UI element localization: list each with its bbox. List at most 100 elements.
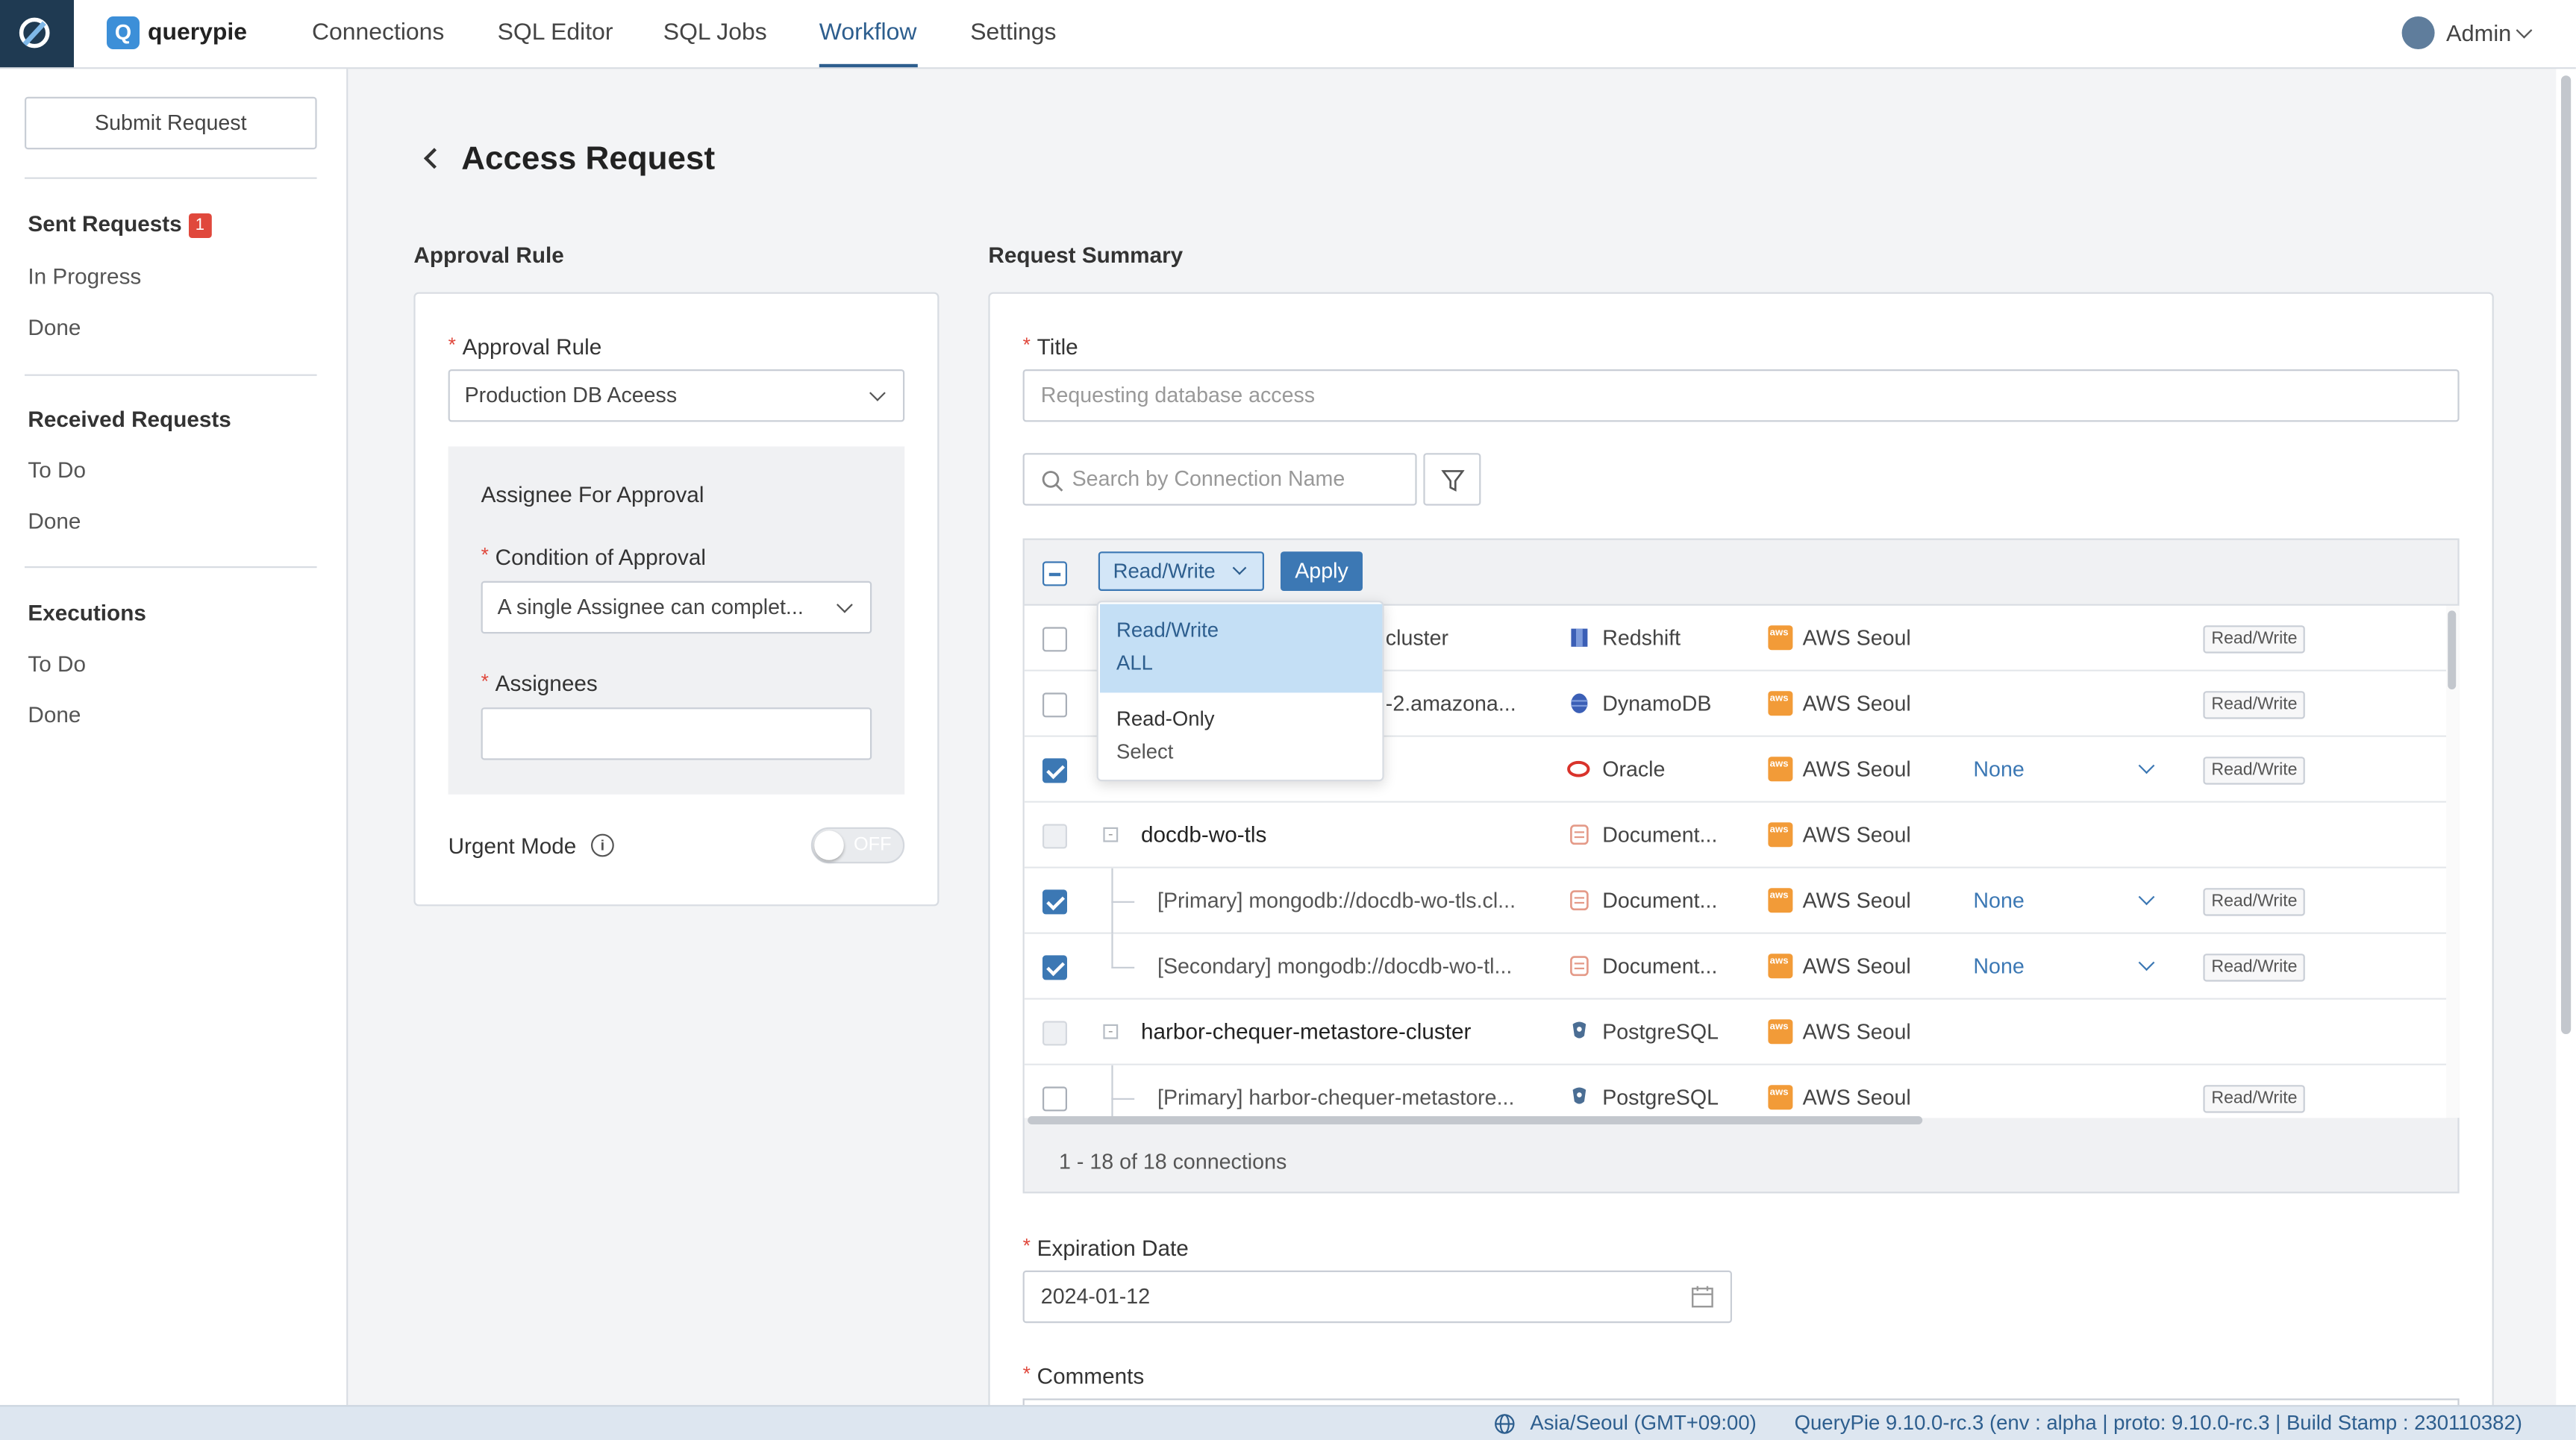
region: AWS Seoul xyxy=(1802,691,1911,716)
info-icon[interactable]: i xyxy=(591,833,614,857)
row-checkbox[interactable] xyxy=(1042,627,1067,652)
table-row[interactable]: [Primary] mongodb://docdb-wo-tls.cl... D… xyxy=(1024,868,2446,934)
vertical-scrollbar[interactable] xyxy=(2446,605,2460,1118)
sidebar-item-sent-done[interactable]: Done xyxy=(28,315,81,339)
title-placeholder: Requesting database access xyxy=(1040,382,1316,407)
row-checkbox[interactable] xyxy=(1042,1086,1067,1112)
chevron-down-icon xyxy=(869,385,886,401)
connection-name: [Primary] mongodb://docdb-wo-tls.cl... xyxy=(1157,888,1516,913)
db-type: PostgreSQL xyxy=(1602,1085,1719,1110)
table-toolbar: Read/Write Apply xyxy=(1024,540,2458,606)
chevron-down-icon xyxy=(1232,560,1247,575)
filter-button[interactable] xyxy=(1423,453,1481,506)
submit-request-button[interactable]: Submit Request xyxy=(25,96,317,150)
region: AWS Seoul xyxy=(1802,1019,1911,1045)
back-arrow-icon[interactable] xyxy=(423,148,445,169)
sidebar-item-executions-done[interactable]: Done xyxy=(28,703,81,727)
role-select[interactable]: None xyxy=(1973,757,2024,781)
assignees-label: * Assignees xyxy=(481,669,598,696)
sidebar-heading-executions[interactable]: Executions xyxy=(28,601,146,625)
main-content: Access Request Approval Rule Request Sum… xyxy=(348,69,2557,1432)
dropdown-option-read-only[interactable]: Read-Only Select xyxy=(1100,692,1382,781)
row-checkbox[interactable] xyxy=(1042,758,1067,783)
chevron-down-icon xyxy=(837,596,853,613)
dropdown-option-read-write[interactable]: Read/Write ALL xyxy=(1100,604,1383,693)
connection-name: harbor-chequer-metastore-cluster xyxy=(1141,1019,1472,1045)
privilege-tag[interactable]: Read/Write xyxy=(2203,954,2306,982)
top-navigation-bar: Q querypie Connections SQL Editor SQL Jo… xyxy=(0,0,2576,69)
nav-connections[interactable]: Connections xyxy=(312,19,444,46)
condition-label: * Condition of Approval xyxy=(481,543,707,570)
table-row[interactable]: - harbor-chequer-metastore-cluster Postg… xyxy=(1024,999,2446,1065)
row-checkbox[interactable] xyxy=(1042,889,1067,915)
connection-name: docdb-wo-tls xyxy=(1141,822,1267,848)
documentdb-icon xyxy=(1570,824,1589,845)
assignees-input[interactable] xyxy=(481,707,872,760)
privilege-tag[interactable]: Read/Write xyxy=(2203,625,2306,654)
chevron-down-icon[interactable] xyxy=(2138,954,2155,971)
bulk-privilege-select[interactable]: Read/Write xyxy=(1098,551,1264,591)
nav-sql-jobs[interactable]: SQL Jobs xyxy=(663,19,767,46)
region: AWS Seoul xyxy=(1802,954,1911,979)
table-row[interactable]: [Secondary] mongodb://docdb-wo-tl... Doc… xyxy=(1024,933,2446,1000)
scrollbar-thumb[interactable] xyxy=(2448,610,2457,689)
sidebar-item-executions-todo[interactable]: To Do xyxy=(28,651,86,676)
table-row[interactable]: - docdb-wo-tls Document... AWS Seoul xyxy=(1024,802,2446,868)
user-name[interactable]: Admin xyxy=(2446,19,2511,46)
select-all-checkbox[interactable] xyxy=(1042,561,1067,586)
role-select[interactable]: None xyxy=(1973,954,2024,978)
build-info: QueryPie 9.10.0-rc.3 (env : alpha | prot… xyxy=(1794,1412,2522,1435)
timezone-label[interactable]: Asia/Seoul (GMT+09:00) xyxy=(1530,1412,1756,1435)
aws-icon xyxy=(1768,691,1793,716)
urgent-mode-toggle[interactable]: OFF xyxy=(810,827,905,864)
privilege-tag[interactable]: Read/Write xyxy=(2203,691,2306,719)
region: AWS Seoul xyxy=(1802,757,1911,782)
option-subtitle: Select xyxy=(1116,740,1174,763)
table-row[interactable]: [Primary] harbor-chequer-metastore... Po… xyxy=(1024,1065,2446,1118)
page-scrollbar[interactable] xyxy=(2556,69,2576,1406)
option-title: Read/Write xyxy=(1116,619,1219,642)
condition-select[interactable]: A single Assignee can complet... xyxy=(481,580,872,634)
apply-button[interactable]: Apply xyxy=(1281,551,1363,591)
page-scrollbar-thumb[interactable] xyxy=(2561,75,2572,1035)
region: AWS Seoul xyxy=(1802,822,1911,848)
privilege-tag[interactable]: Read/Write xyxy=(2203,757,2306,785)
globe-icon xyxy=(1495,1414,1515,1434)
calendar-icon[interactable] xyxy=(1691,1286,1714,1309)
tree-toggle-icon[interactable]: - xyxy=(1103,1024,1119,1039)
app-switcher-icon[interactable] xyxy=(0,0,74,68)
expiration-date-input[interactable]: 2024-01-12 xyxy=(1022,1270,1732,1324)
user-menu-chevron-icon[interactable] xyxy=(2516,22,2533,39)
db-type: DynamoDB xyxy=(1602,691,1712,716)
horizontal-scrollbar[interactable] xyxy=(1028,1116,1923,1124)
nav-settings[interactable]: Settings xyxy=(970,19,1056,46)
bulk-privilege-value: Read/Write xyxy=(1113,560,1216,583)
nav-sql-editor[interactable]: SQL Editor xyxy=(498,19,613,46)
role-select[interactable]: None xyxy=(1973,888,2024,912)
db-type: Document... xyxy=(1602,888,1718,913)
connection-name: [Secondary] mongodb://docdb-wo-tl... xyxy=(1157,954,1513,979)
sidebar-heading-sent[interactable]: Sent Requests 1 xyxy=(28,212,212,238)
row-checkbox[interactable] xyxy=(1042,692,1067,718)
sidebar-item-sent-in-progress[interactable]: In Progress xyxy=(28,264,141,289)
sidebar-heading-received[interactable]: Received Requests xyxy=(28,407,231,432)
avatar[interactable] xyxy=(2401,16,2435,49)
sidebar-item-received-todo[interactable]: To Do xyxy=(28,458,86,483)
row-checkbox xyxy=(1042,824,1067,849)
row-checkbox[interactable] xyxy=(1042,955,1067,980)
privilege-tag[interactable]: Read/Write xyxy=(2203,888,2306,916)
privilege-tag[interactable]: Read/Write xyxy=(2203,1085,2306,1113)
title-input[interactable]: Requesting database access xyxy=(1022,369,2460,422)
chevron-down-icon[interactable] xyxy=(2138,757,2155,774)
nav-workflow[interactable]: Workflow xyxy=(819,19,917,46)
redshift-icon xyxy=(1571,628,1588,647)
querypie-logo-icon: Q xyxy=(107,16,140,49)
sidebar-item-received-done[interactable]: Done xyxy=(28,509,81,533)
connection-search-input[interactable]: Search by Connection Name xyxy=(1022,453,1417,506)
tree-toggle-icon[interactable]: - xyxy=(1103,827,1119,842)
chevron-down-icon[interactable] xyxy=(2138,889,2155,906)
db-type: Document... xyxy=(1602,822,1718,848)
approval-rule-select[interactable]: Production DB Aceess xyxy=(448,369,905,422)
postgresql-icon xyxy=(1572,1021,1586,1039)
aws-icon xyxy=(1768,1085,1793,1110)
